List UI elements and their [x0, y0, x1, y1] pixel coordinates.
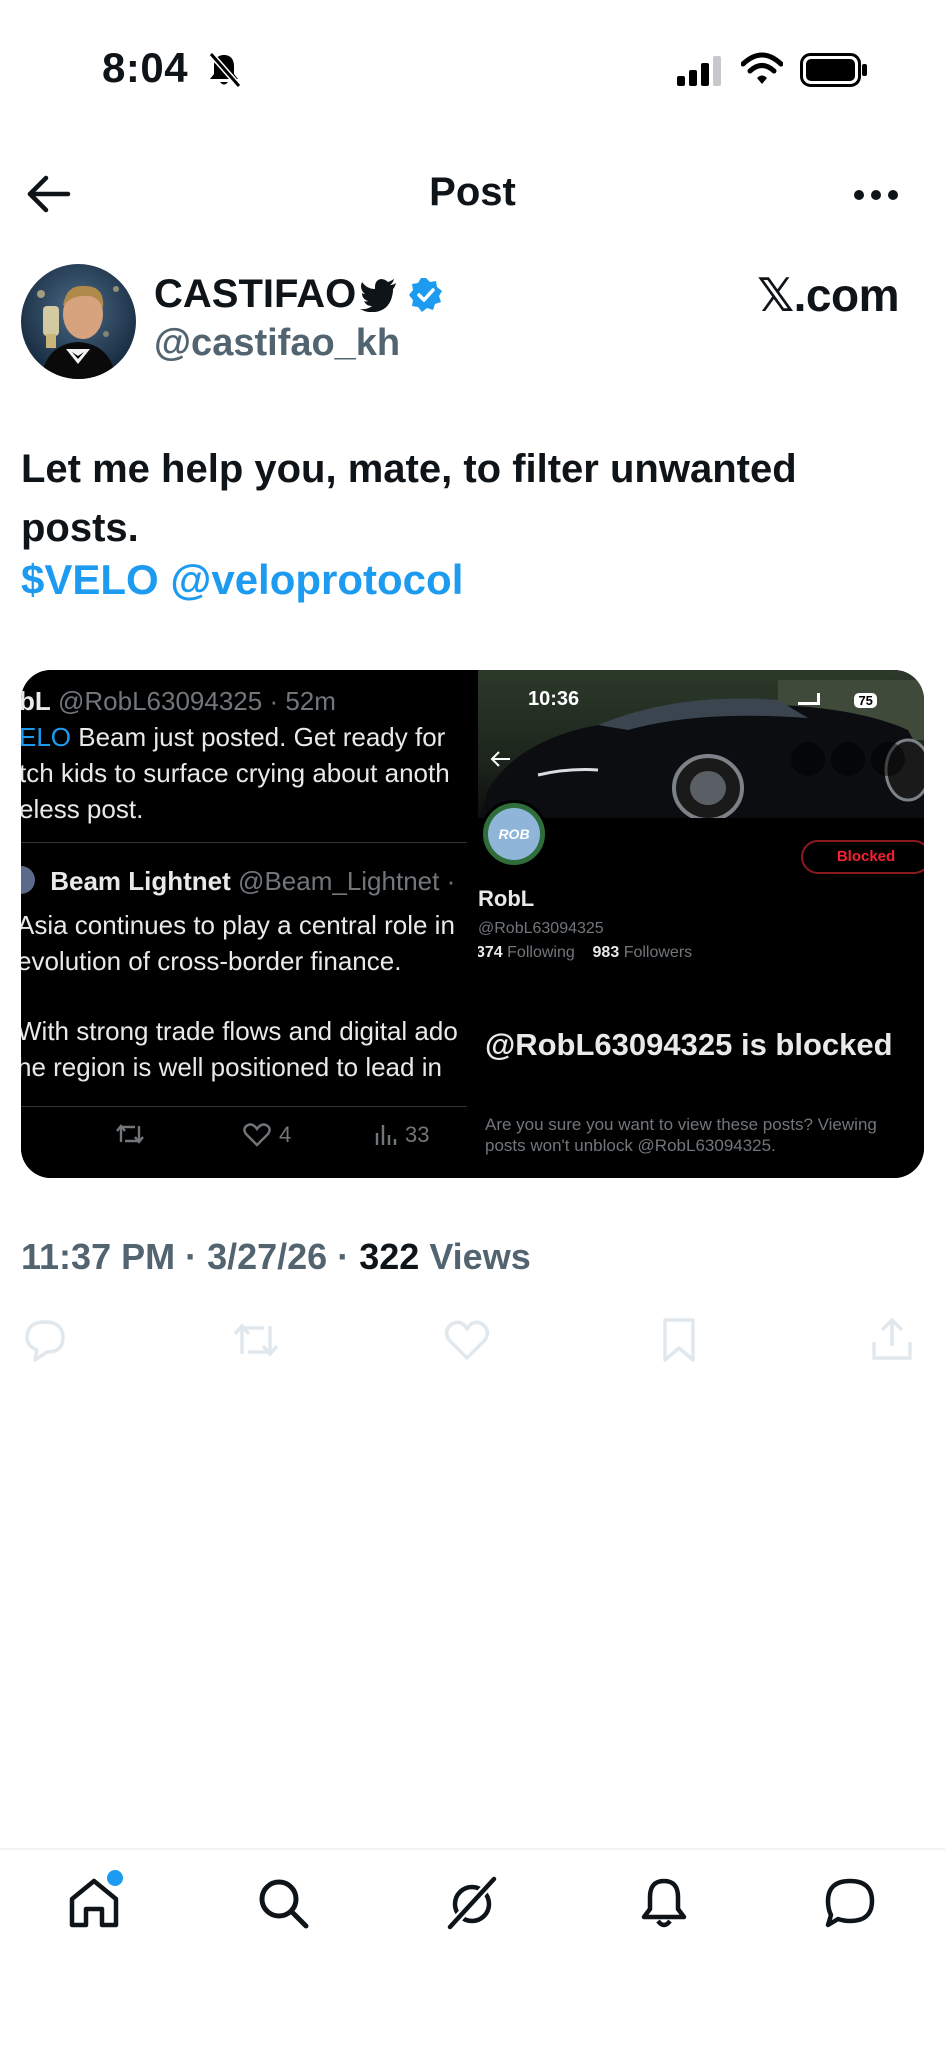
- like-action: 4: [243, 1122, 291, 1148]
- bookmark-icon[interactable]: [655, 1316, 703, 1364]
- bell-muted-icon: [208, 52, 242, 88]
- inner-action-grok: [791, 742, 825, 776]
- wifi-icon: [741, 52, 783, 84]
- cashtag-link[interactable]: $VELO: [21, 556, 159, 603]
- heart-icon: [243, 1123, 271, 1147]
- inner-action-search: [831, 742, 865, 776]
- quoted-line-1: Asia continues to play a central role in: [21, 910, 455, 940]
- search-icon[interactable]: [255, 1875, 311, 1931]
- repost-icon: [116, 1124, 144, 1144]
- inner-profile-avatar: ROB: [480, 800, 548, 868]
- mention-link[interactable]: @veloprotocol: [170, 556, 463, 603]
- reply-header: bL @RobL63094325 · 52m: [21, 686, 336, 717]
- inner-back-icon: [490, 751, 510, 767]
- inner-follow-stats: 374 Following 983 Followers: [478, 944, 692, 962]
- page-title: Post: [429, 170, 516, 214]
- quoted-author: Beam Lightnet: [50, 866, 231, 896]
- post-time: 11:37 PM: [21, 1236, 176, 1277]
- reply-text-1: Beam just posted. Get ready for: [71, 722, 446, 752]
- quoted-line-4: he region is well positioned to lead in: [21, 1052, 442, 1082]
- reply-line-1: ELO Beam just posted. Get ready for: [21, 722, 445, 753]
- quoted-handle: @Beam_Lightnet ·: [238, 866, 456, 896]
- quoted-header: Beam Lightnet @Beam_Lightnet ·: [21, 866, 455, 897]
- post-text: Let me help you, mate, to filter unwante…: [21, 447, 797, 550]
- inner-battery: 75: [854, 693, 877, 708]
- media-image-left[interactable]: bL @RobL63094325 · 52m ELO Beam just pos…: [21, 670, 467, 1178]
- inner-profile-name: RobL: [478, 886, 535, 911]
- author-display-name[interactable]: CASTIFAO: [154, 272, 356, 317]
- media-image-right[interactable]: 10:36 75 ROB Blocked RobL @RobL63094325 …: [478, 670, 924, 1178]
- view-count: 33: [405, 1122, 430, 1147]
- like-count: 4: [279, 1122, 292, 1147]
- inner-profile-handle: @RobL63094325: [478, 920, 604, 937]
- reply-line-3: eless post.: [21, 794, 144, 824]
- repost-action: [115, 1122, 145, 1146]
- inner-status-icons: 75: [798, 692, 908, 710]
- following-label: Following: [507, 944, 575, 961]
- blocked-title: @RobL63094325 is blocked: [485, 1027, 893, 1062]
- blocked-description: Are you sure you want to view these post…: [485, 1115, 877, 1155]
- blocked-button: Blocked: [801, 840, 924, 874]
- repost-icon[interactable]: [232, 1316, 280, 1364]
- separator: [21, 1106, 467, 1107]
- separator: [21, 842, 467, 843]
- followers-label: Followers: [623, 944, 693, 961]
- reply-meta: @RobL63094325 · 52m: [58, 686, 336, 716]
- views-count: 322: [359, 1236, 420, 1277]
- bottom-nav-divider: [0, 1848, 945, 1850]
- grok-icon[interactable]: [444, 1875, 500, 1931]
- views-action: 33: [373, 1122, 429, 1148]
- bird-icon: [360, 279, 396, 312]
- reply-author: bL: [21, 686, 51, 716]
- post-links: $VELO @veloprotocol: [21, 556, 463, 604]
- followers-count: 983: [592, 944, 620, 961]
- more-options-icon[interactable]: [852, 188, 900, 202]
- views-icon: [375, 1125, 397, 1145]
- inner-avatar-label: ROB: [488, 808, 540, 860]
- reply-icon[interactable]: [21, 1316, 69, 1364]
- messages-icon[interactable]: [822, 1875, 878, 1931]
- notifications-icon[interactable]: [636, 1875, 692, 1931]
- quoted-avatar: [21, 866, 35, 894]
- like-icon[interactable]: [443, 1316, 491, 1364]
- post-meta: 11:37 PM · 3/27/26 · 322 Views: [21, 1236, 531, 1277]
- post-media[interactable]: bL @RobL63094325 · 52m ELO Beam just pos…: [21, 670, 924, 1178]
- status-time: 8:04: [102, 44, 189, 91]
- reply-line-2: tch kids to surface crying about anoth: [21, 758, 450, 788]
- post-date: 3/27/26: [207, 1236, 328, 1277]
- author-avatar[interactable]: [21, 264, 136, 379]
- cellular-signal-icon: [677, 56, 721, 86]
- quoted-line-2: evolution of cross-border finance.: [21, 946, 402, 976]
- inner-action-more: [871, 742, 905, 776]
- brand-label: 𝕏.com: [757, 269, 899, 321]
- reply-cashtag: ELO: [21, 722, 72, 752]
- inner-status-time: 10:36: [528, 688, 580, 710]
- author-handle[interactable]: @castifao_kh: [154, 322, 400, 365]
- verified-badge-icon: [409, 278, 442, 312]
- battery-icon: [800, 53, 867, 87]
- home-notification-dot: [107, 1870, 123, 1886]
- quoted-line-3: With strong trade flows and digital ado: [21, 1016, 458, 1046]
- share-icon[interactable]: [868, 1316, 916, 1364]
- following-count: 374: [478, 944, 503, 961]
- views-label[interactable]: Views: [429, 1236, 530, 1277]
